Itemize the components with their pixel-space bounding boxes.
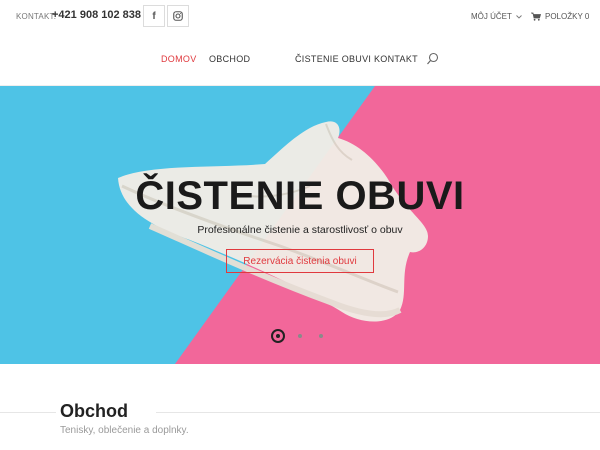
divider-right	[156, 412, 600, 413]
divider-left	[0, 412, 56, 413]
main-navigation: DOMOV OBCHOD ČISTENIE OBUVI KONTAKT	[0, 34, 600, 86]
search-icon[interactable]	[426, 52, 440, 66]
contact-phone[interactable]: +421 908 102 838	[52, 9, 141, 21]
nav-item-shop[interactable]: OBCHOD	[209, 54, 250, 64]
contact-label: KONTAKT:	[16, 12, 57, 21]
nav-item-shoe-cleaning[interactable]: ČISTENIE OBUVI	[295, 54, 371, 64]
hero-subtitle: Profesionálne čistenie a starostlivosť o…	[197, 224, 403, 236]
slider-dot-3[interactable]	[319, 334, 323, 338]
facebook-glyph: f	[152, 10, 156, 22]
nav-item-contact[interactable]: KONTAKT	[374, 54, 418, 64]
section-title: Obchod	[60, 401, 128, 421]
slider-dot-2[interactable]	[298, 334, 302, 338]
section-subtitle: Tenisky, oblečenie a doplnky.	[60, 425, 189, 436]
instagram-glyph	[173, 11, 183, 21]
shop-section: Obchod Tenisky, oblečenie a doplnky.	[0, 364, 600, 450]
cart-icon	[531, 12, 541, 21]
cart-link[interactable]: POLOŽKY 0	[531, 12, 589, 21]
instagram-icon[interactable]	[167, 5, 189, 27]
cart-label: POLOŽKY 0	[545, 12, 590, 21]
hero-slider: ČISTENIE OBUVI Profesionálne čistenie a …	[0, 86, 600, 364]
nav-item-home[interactable]: DOMOV	[161, 54, 197, 64]
chevron-down-icon	[516, 14, 522, 19]
book-cleaning-button[interactable]: Rezervácia čistenia obuvi	[226, 249, 374, 273]
slider-dot-inner	[276, 334, 280, 338]
facebook-icon[interactable]: f	[143, 5, 165, 27]
my-account-menu[interactable]: MÔJ ÚČET	[471, 12, 522, 21]
my-account-label: MÔJ ÚČET	[471, 12, 512, 21]
slider-dot-1-active[interactable]	[271, 329, 285, 343]
top-bar: KONTAKT: +421 908 102 838 f MÔJ ÚČET POL…	[0, 0, 600, 34]
hero-title: ČISTENIE OBUVI	[135, 174, 465, 218]
